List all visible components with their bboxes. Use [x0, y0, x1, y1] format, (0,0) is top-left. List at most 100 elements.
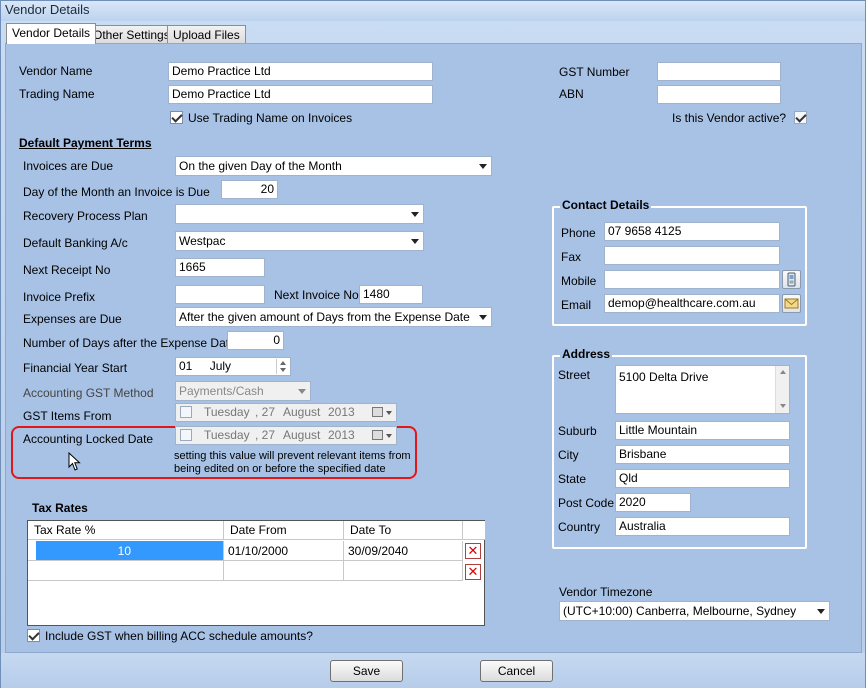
window-title: Vendor Details [5, 2, 90, 17]
gst-items-from-year: 2013 [328, 405, 355, 419]
table-cell-date-from[interactable] [224, 561, 344, 581]
street-value: 5100 Delta Drive [619, 370, 709, 384]
state-input[interactable]: Qld [615, 469, 790, 488]
day-of-month-input[interactable]: 20 [221, 180, 278, 199]
phone-input[interactable]: 07 9658 4125 [604, 222, 780, 241]
locked-date-day: , 27 [255, 428, 276, 442]
country-input[interactable]: Australia [615, 517, 790, 536]
gst-method-dropdown[interactable]: Payments/Cash [175, 381, 311, 401]
use-trading-name-label: Use Trading Name on Invoices [188, 111, 353, 125]
gst-method-value: Payments/Cash [179, 384, 264, 398]
timezone-dropdown[interactable]: (UTC+10:00) Canberra, Melbourne, Sydney [559, 601, 830, 621]
recovery-plan-dropdown[interactable] [175, 204, 424, 224]
gst-items-from-label: GST Items From [23, 409, 112, 423]
include-gst-checkbox[interactable] [27, 629, 40, 642]
day-of-month-label: Day of the Month an Invoice is Due [23, 185, 210, 199]
save-button[interactable]: Save [330, 660, 403, 682]
calendar-icon[interactable] [372, 407, 383, 417]
chevron-down-icon [386, 434, 392, 438]
next-invoice-label: Next Invoice No [274, 288, 359, 302]
mobile-input[interactable] [604, 270, 780, 289]
gst-items-from-day: , 27 [255, 405, 276, 419]
invoices-due-value: On the given Day of the Month [179, 159, 342, 173]
send-sms-button[interactable] [782, 270, 801, 289]
table-cell-rate[interactable]: 10 [36, 541, 224, 561]
banking-value: Westpac [179, 234, 226, 248]
column-header-tax-rate[interactable]: Tax Rate % [28, 521, 224, 540]
address-heading: Address [560, 347, 613, 361]
use-trading-name-checkbox[interactable] [170, 111, 183, 124]
invoices-due-dropdown[interactable]: On the given Day of the Month [175, 156, 492, 176]
table-cell-date-from[interactable]: 01/10/2000 [224, 541, 344, 561]
tab-vendor-details[interactable]: Vendor Details [6, 23, 97, 44]
suburb-input[interactable]: Little Mountain [615, 421, 790, 440]
next-receipt-input[interactable]: 1665 [175, 258, 265, 277]
street-label: Street [558, 368, 591, 382]
fax-label: Fax [561, 250, 582, 264]
expenses-due-dropdown[interactable]: After the given amount of Days from the … [175, 307, 492, 327]
abn-label: ABN [559, 87, 584, 101]
gst-number-input[interactable] [657, 62, 781, 81]
locked-note-line1: setting this value will prevent relevant… [174, 450, 411, 462]
locked-date-picker[interactable]: Tuesday , 27 August 2013 [175, 426, 397, 445]
vendor-details-panel: Vendor Name Demo Practice Ltd Trading Na… [5, 43, 862, 653]
days-after-label: Number of Days after the Expense Date [23, 336, 236, 350]
cancel-button[interactable]: Cancel [480, 660, 553, 682]
locked-date-label: Accounting Locked Date [23, 432, 154, 446]
spinner-icon[interactable] [276, 359, 289, 374]
days-after-input[interactable]: 0 [227, 331, 284, 350]
gst-items-from-weekday: Tuesday [204, 405, 250, 419]
expenses-due-label: Expenses are Due [23, 312, 122, 326]
chevron-down-icon [817, 609, 825, 614]
send-email-button[interactable] [782, 294, 801, 313]
vendor-details-window: Vendor Details Vendor Details Other Sett… [0, 0, 866, 688]
mobile-label: Mobile [561, 274, 597, 288]
fy-start-label: Financial Year Start [23, 361, 128, 375]
vendor-active-label: Is this Vendor active? [672, 111, 787, 125]
email-input[interactable]: demop@healthcare.com.au [604, 294, 780, 313]
city-label: City [558, 448, 579, 462]
gst-items-from-checkbox[interactable] [180, 406, 192, 418]
state-label: State [558, 472, 587, 486]
locked-date-checkbox[interactable] [180, 429, 192, 441]
column-header-delete [463, 521, 485, 540]
fy-start-month: July [209, 359, 232, 373]
delete-row-button[interactable]: ✕ [465, 564, 481, 580]
gst-method-label: Accounting GST Method [23, 386, 154, 400]
fax-input[interactable] [604, 246, 780, 265]
postcode-label: Post Code [558, 496, 615, 510]
vendor-active-checkbox[interactable] [794, 111, 807, 124]
next-invoice-input[interactable]: 1480 [359, 285, 423, 304]
chevron-down-icon [479, 164, 487, 169]
street-textarea[interactable]: 5100 Delta Drive [615, 365, 790, 414]
column-header-date-from[interactable]: Date From [224, 521, 344, 540]
fy-start-picker[interactable]: 01 July [175, 357, 291, 376]
suburb-label: Suburb [558, 424, 597, 438]
tab-other-settings[interactable]: Other Settings [87, 25, 176, 43]
trading-name-input[interactable]: Demo Practice Ltd [168, 85, 433, 104]
chevron-down-icon [411, 239, 419, 244]
table-cell-rate[interactable] [28, 561, 224, 581]
invoices-due-label: Invoices are Due [23, 159, 114, 173]
trading-name-label: Trading Name [19, 87, 95, 101]
delete-row-button[interactable]: ✕ [465, 543, 481, 559]
abn-input[interactable] [657, 85, 781, 104]
tax-rates-table: Tax Rate % Date From Date To 10 01/10/20… [27, 520, 485, 626]
column-header-date-to[interactable]: Date To [344, 521, 463, 540]
invoice-prefix-input[interactable] [175, 285, 265, 304]
table-cell-date-to[interactable] [344, 561, 463, 581]
title-bar: Vendor Details [1, 1, 865, 21]
next-receipt-label: Next Receipt No [23, 263, 111, 277]
gst-items-from-picker[interactable]: Tuesday , 27 August 2013 [175, 403, 397, 422]
scrollbar[interactable] [775, 366, 789, 413]
city-input[interactable]: Brisbane [615, 445, 790, 464]
mobile-phone-icon [787, 272, 796, 287]
banking-dropdown[interactable]: Westpac [175, 231, 424, 251]
banking-label: Default Banking A/c [23, 236, 128, 250]
postcode-input[interactable]: 2020 [615, 493, 691, 512]
fy-start-day: 01 [179, 359, 193, 373]
tab-upload-files[interactable]: Upload Files [167, 25, 246, 43]
vendor-name-input[interactable]: Demo Practice Ltd [168, 62, 433, 81]
table-cell-date-to[interactable]: 30/09/2040 [344, 541, 463, 561]
calendar-icon[interactable] [372, 430, 383, 440]
